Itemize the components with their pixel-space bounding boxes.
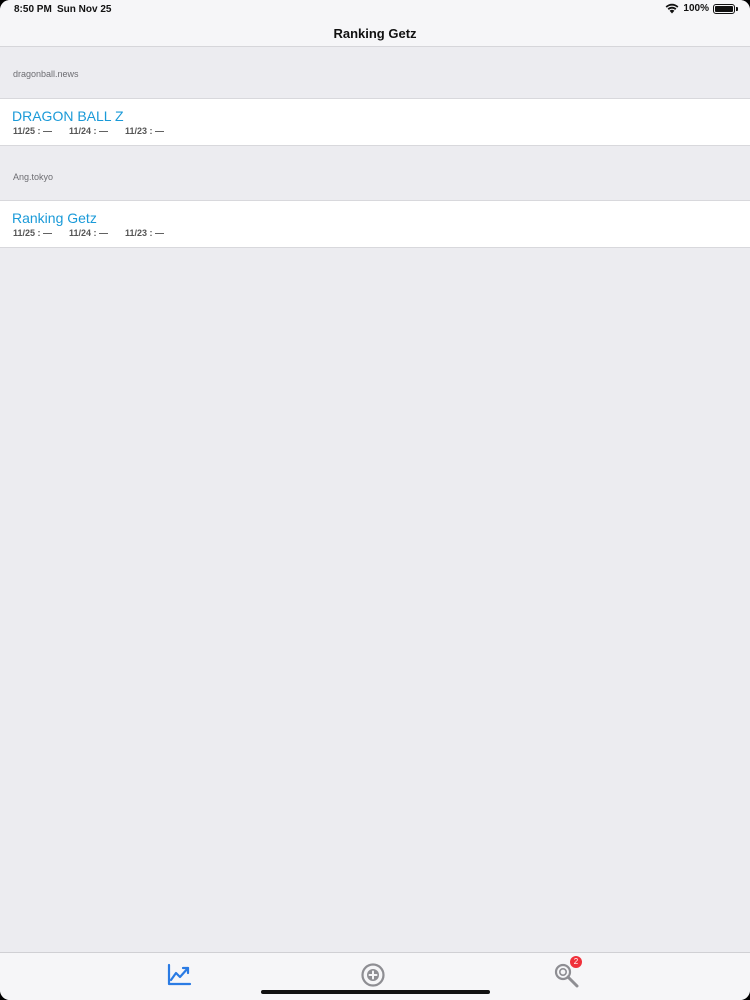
date-rank: 11/24 : — (69, 126, 109, 136)
status-indicators: 100% (665, 3, 738, 14)
section-header-label: dragonball.news (13, 69, 79, 79)
list-item-dragon-ball-z[interactable]: DRAGON BALL Z 11/25 : — 11/24 : — 11/23 : … (0, 98, 750, 146)
home-indicator[interactable] (261, 990, 490, 994)
status-time: 8:50 PM (14, 4, 52, 15)
tab-rankings[interactable] (164, 962, 194, 992)
wifi-icon (665, 3, 679, 14)
add-circle-icon (360, 962, 386, 993)
date-rank: 11/25 : — (13, 126, 53, 136)
list-item-title: DRAGON BALL Z (12, 108, 124, 124)
battery-nub (736, 6, 738, 11)
battery-icon (713, 3, 735, 14)
nav-title: Ranking Getz (333, 26, 417, 41)
tab-add[interactable] (358, 962, 388, 992)
navigation-bar: Ranking Getz (0, 20, 750, 47)
date-rank: 11/24 : — (69, 228, 109, 238)
list-item-title: Ranking Getz (12, 210, 97, 226)
battery-percent: 100% (683, 3, 709, 14)
app-screen: 8:50 PM Sun Nov 25 100% Ranking Getz dra… (0, 0, 750, 1000)
date-rank: 11/23 : — (125, 228, 165, 238)
section-header-ang-tokyo: Ang.tokyo (0, 172, 750, 192)
search-badge: 2 (570, 956, 582, 968)
date-rank: 11/25 : — (13, 228, 53, 238)
list-item-dates: 11/25 : — 11/24 : — 11/23 : — (13, 228, 164, 238)
date-rank: 11/23 : — (125, 126, 165, 136)
list-item-dates: 11/25 : — 11/24 : — 11/23 : — (13, 126, 164, 136)
status-date: Sun Nov 25 (57, 4, 112, 15)
status-bar: 8:50 PM Sun Nov 25 100% (0, 0, 750, 20)
chart-line-icon (166, 963, 192, 992)
section-header-dragonball-news: dragonball.news (0, 69, 750, 89)
section-header-label: Ang.tokyo (13, 172, 54, 182)
list-item-ranking-getz[interactable]: Ranking Getz 11/25 : — 11/24 : — 11/23 : — (0, 200, 750, 248)
